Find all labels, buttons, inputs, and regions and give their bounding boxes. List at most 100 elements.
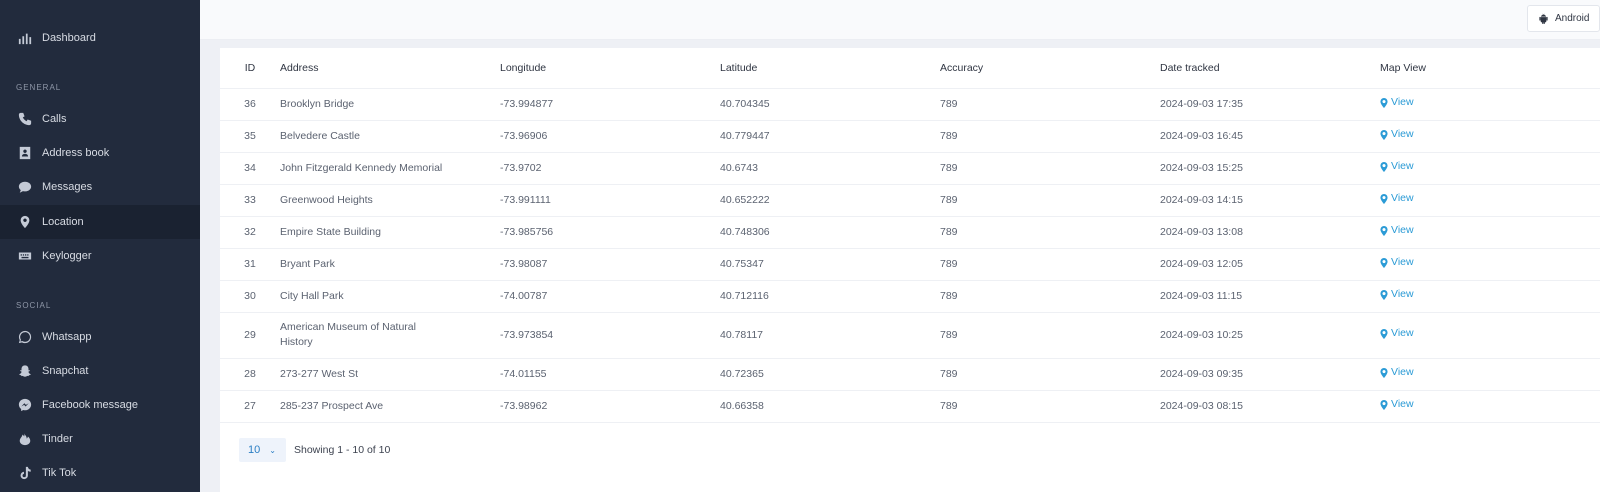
column-header-map-view: Map View xyxy=(1380,61,1426,74)
table-row: 31 Bryant Park -73.98087 40.75347 789 2024-09… xyxy=(220,247,1600,280)
cell-accuracy: 789 xyxy=(940,183,1160,216)
view-on-map-link[interactable]: View xyxy=(1380,397,1414,412)
cell-latitude: 40.75347 xyxy=(720,247,940,280)
column-header-longitude: Longitude xyxy=(500,61,547,74)
column-header-address: Address xyxy=(280,61,319,74)
cell-id: 29 xyxy=(220,311,280,358)
phone-icon xyxy=(17,111,33,127)
view-link-label: View xyxy=(1391,288,1414,301)
cell-longitude: -73.98962 xyxy=(500,389,720,423)
cell-address: 273-277 West St xyxy=(280,357,500,390)
cell-accuracy: 789 xyxy=(940,215,1160,248)
section-label-general: GENERAL xyxy=(16,83,62,92)
sidebar-item-facebook-message[interactable]: Facebook message xyxy=(0,388,200,422)
tiktok-icon xyxy=(17,465,33,481)
cell-date-tracked: 2024-09-03 10:25 xyxy=(1160,311,1380,358)
cell-id: 32 xyxy=(220,215,280,248)
sidebar-item-tiktok[interactable]: Tik Tok xyxy=(0,456,200,490)
cell-latitude: 40.748306 xyxy=(720,215,940,248)
sidebar-item-keylogger[interactable]: Keylogger xyxy=(0,239,200,273)
cell-address: American Museum of Natural History xyxy=(280,311,500,358)
cell-map-view: View xyxy=(1380,215,1600,248)
cell-map-view: View xyxy=(1380,151,1600,184)
column-header-date-tracked: Date tracked xyxy=(1160,61,1220,74)
cell-date-tracked: 2024-09-03 13:08 xyxy=(1160,215,1380,248)
sidebar-item-label: Tinder xyxy=(42,433,73,445)
page-size-select[interactable]: 10 ⌄ xyxy=(239,438,286,462)
sidebar-item-calls[interactable]: Calls xyxy=(0,102,200,136)
cell-date-tracked: 2024-09-03 08:15 xyxy=(1160,389,1380,423)
map-pin-icon xyxy=(1380,257,1388,268)
cell-accuracy: 789 xyxy=(940,151,1160,184)
table-row: 35 Belvedere Castle -73.96906 40.779447 789 2… xyxy=(220,119,1600,152)
view-on-map-link[interactable]: View xyxy=(1380,326,1414,341)
table-header-row: ID Address Longitude Latitude Accuracy D… xyxy=(220,48,1600,88)
table-row: 27 285-237 Prospect Ave -73.98962 40.66358 7… xyxy=(220,389,1600,423)
location-table: ID Address Longitude Latitude Accuracy D… xyxy=(220,48,1600,423)
map-pin-icon xyxy=(1380,367,1388,378)
cell-longitude: -74.01155 xyxy=(500,357,720,390)
sidebar-item-label: Location xyxy=(42,216,84,228)
sidebar-item-address-book[interactable]: Address book xyxy=(0,136,200,170)
sidebar-item-messages[interactable]: Messages xyxy=(0,170,200,204)
sidebar-item-label: Address book xyxy=(42,147,110,159)
sidebar: Dashboard GENERAL Calls Address book Mes… xyxy=(0,0,200,492)
table-row: 34 John Fitzgerald Kennedy Memorial -73.97… xyxy=(220,151,1600,184)
view-on-map-link[interactable]: View xyxy=(1380,365,1414,380)
cell-address: City Hall Park xyxy=(280,279,500,312)
cell-longitude: -73.991111 xyxy=(500,183,720,216)
view-on-map-link[interactable]: View xyxy=(1380,127,1414,142)
cell-id: 34 xyxy=(220,151,280,184)
cell-map-view: View xyxy=(1380,389,1600,423)
pagination: 10 ⌄ Showing 1 - 10 of 10 xyxy=(239,438,390,462)
map-pin-icon xyxy=(1380,161,1388,172)
sidebar-item-whatsapp[interactable]: Whatsapp xyxy=(0,320,200,354)
sidebar-item-snapchat[interactable]: Snapchat xyxy=(0,354,200,388)
view-on-map-link[interactable]: View xyxy=(1380,255,1414,270)
cell-latitude: 40.78117 xyxy=(720,311,940,358)
cell-accuracy: 789 xyxy=(940,119,1160,152)
column-header-accuracy: Accuracy xyxy=(940,61,984,74)
view-on-map-link[interactable]: View xyxy=(1380,159,1414,174)
cell-accuracy: 789 xyxy=(940,87,1160,120)
sidebar-item-tinder[interactable]: Tinder xyxy=(0,422,200,456)
device-select-button[interactable]: Android xyxy=(1527,5,1600,32)
sidebar-item-dashboard[interactable]: Dashboard xyxy=(0,21,200,55)
sidebar-item-label: Messages xyxy=(42,181,93,193)
view-on-map-link[interactable]: View xyxy=(1380,287,1414,302)
cell-map-view: View xyxy=(1380,311,1600,358)
table-row: 28 273-277 West St -74.01155 40.72365 789 202… xyxy=(220,357,1600,390)
page-size-value: 10 xyxy=(248,444,261,456)
cell-longitude: -73.985756 xyxy=(500,215,720,248)
map-pin-icon xyxy=(17,214,33,230)
cell-date-tracked: 2024-09-03 17:35 xyxy=(1160,87,1380,120)
view-on-map-link[interactable]: View xyxy=(1380,223,1414,238)
sidebar-item-label: Snapchat xyxy=(42,365,89,377)
pagination-summary: Showing 1 - 10 of 10 xyxy=(294,444,391,456)
sidebar-item-label: Dashboard xyxy=(42,32,96,44)
messenger-icon xyxy=(17,397,33,413)
contact-book-icon xyxy=(17,145,33,161)
sidebar-item-label: Tik Tok xyxy=(42,467,77,479)
cell-address: Belvedere Castle xyxy=(280,119,500,152)
view-on-map-link[interactable]: View xyxy=(1380,95,1414,110)
cell-address: Greenwood Heights xyxy=(280,183,500,216)
cell-address: John Fitzgerald Kennedy Memorial xyxy=(280,151,500,184)
view-on-map-link[interactable]: View xyxy=(1380,191,1414,206)
cell-map-view: View xyxy=(1380,357,1600,390)
map-pin-icon xyxy=(1380,289,1388,300)
cell-latitude: 40.712116 xyxy=(720,279,940,312)
whatsapp-icon xyxy=(17,329,33,345)
cell-map-view: View xyxy=(1380,247,1600,280)
map-pin-icon xyxy=(1380,129,1388,140)
view-link-label: View xyxy=(1391,96,1414,109)
cell-map-view: View xyxy=(1380,87,1600,120)
sidebar-item-location[interactable]: Location xyxy=(0,205,200,239)
view-link-label: View xyxy=(1391,256,1414,269)
view-link-label: View xyxy=(1391,327,1414,340)
cell-id: 30 xyxy=(220,279,280,312)
cell-latitude: 40.6743 xyxy=(720,151,940,184)
cell-longitude: -73.994877 xyxy=(500,87,720,120)
cell-map-view: View xyxy=(1380,279,1600,312)
cell-longitude: -74.00787 xyxy=(500,279,720,312)
